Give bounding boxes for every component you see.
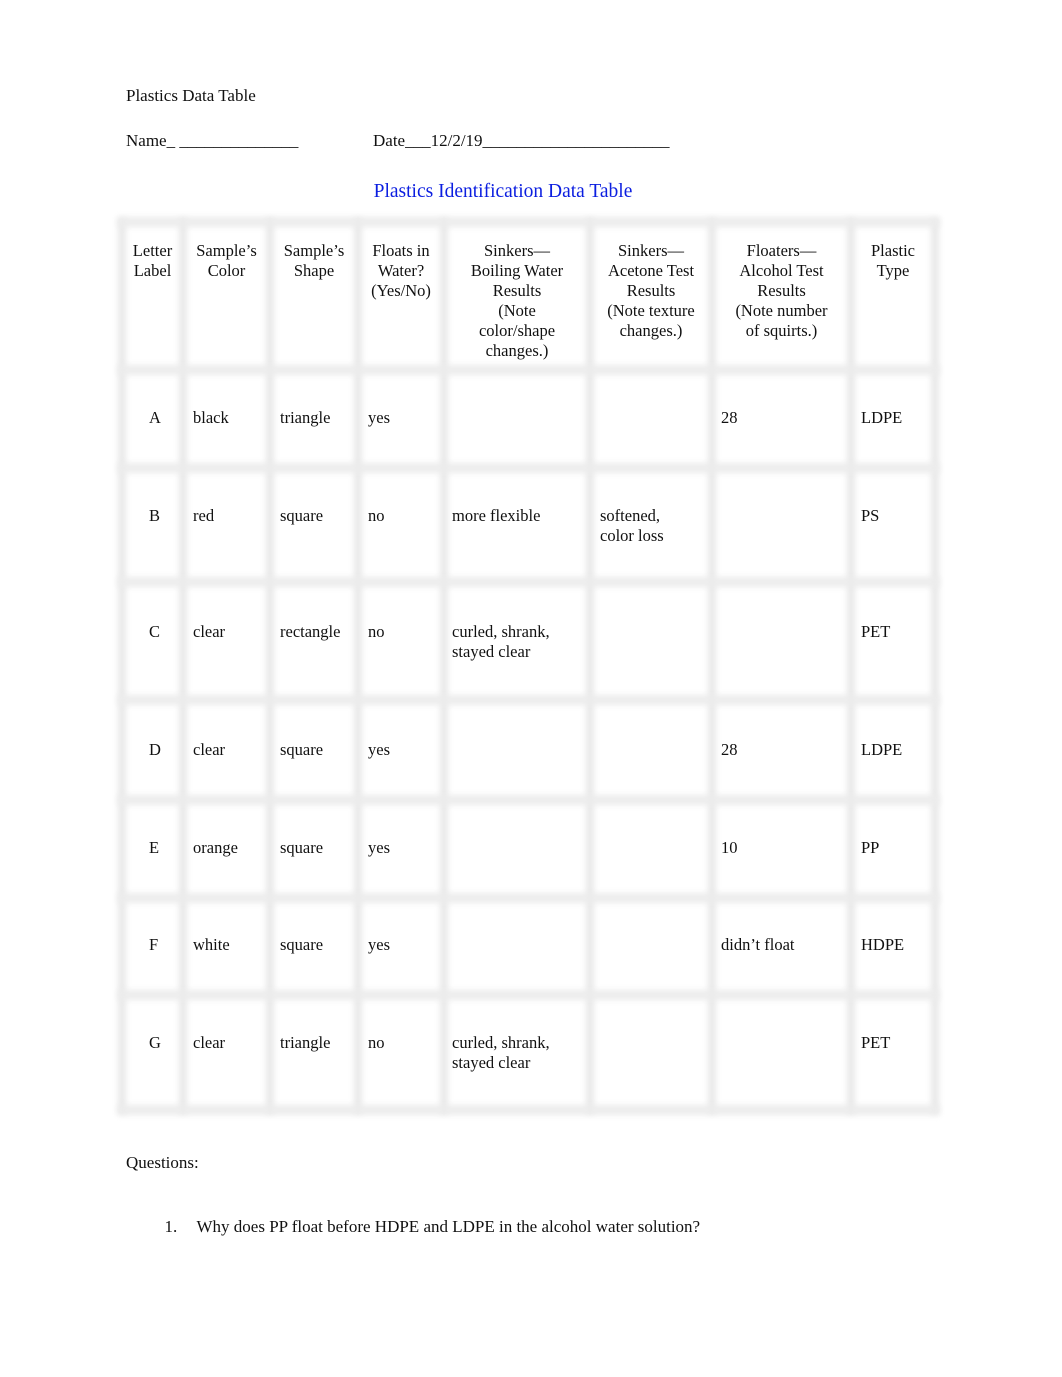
cell-alcohol: 28 bbox=[721, 740, 738, 759]
table-row-border bbox=[118, 795, 939, 805]
cell-shape: triangle bbox=[280, 408, 331, 427]
cell-floats: yes bbox=[368, 935, 390, 954]
header-sample-color: Sample’s Color bbox=[196, 241, 257, 280]
header-floats-in-water: Floats in Water? (Yes/No) bbox=[371, 241, 431, 300]
table-row-border bbox=[118, 695, 939, 705]
cell-color: clear bbox=[193, 740, 226, 759]
question-text: Why does PP float before HDPE and LDPE i… bbox=[196, 1217, 701, 1236]
table-row-border bbox=[118, 217, 939, 227]
table-column-border bbox=[708, 218, 716, 1114]
cell-shape: rectangle bbox=[280, 622, 341, 641]
cell-color: clear bbox=[193, 622, 226, 641]
cell-color: black bbox=[193, 408, 229, 427]
cell-type: PET bbox=[861, 622, 891, 641]
cell-color: white bbox=[193, 935, 230, 954]
cell-color: clear bbox=[193, 1033, 226, 1052]
cell-shape: square bbox=[280, 935, 324, 954]
cell-shape: square bbox=[280, 740, 324, 759]
cell-acetone: softened, color loss bbox=[600, 506, 664, 545]
cell-alcohol: didn’t float bbox=[721, 935, 795, 954]
cell-shape: square bbox=[280, 838, 324, 857]
question-item: 1. Why does PP float before HDPE and LDPE… bbox=[156, 1197, 701, 1237]
header-letter-label: Letter Label bbox=[132, 241, 173, 280]
cell-alcohol: 28 bbox=[721, 408, 738, 427]
cell-color: red bbox=[193, 506, 215, 525]
cell-boiling: curled, shrank, stayed clear bbox=[452, 622, 550, 661]
table-column-border bbox=[118, 218, 126, 1114]
cell-letter: A bbox=[149, 408, 161, 427]
header-plastic-type: Plastic Type bbox=[871, 241, 915, 280]
table-row-border bbox=[118, 577, 939, 587]
cell-boiling: more flexible bbox=[452, 506, 541, 525]
cell-letter: F bbox=[149, 935, 159, 954]
table-column-border bbox=[354, 218, 362, 1114]
name-field: Name_ ______________ bbox=[126, 131, 299, 150]
table-column-border bbox=[179, 218, 187, 1114]
question-number: 1. bbox=[164, 1217, 178, 1236]
table-column-border bbox=[266, 218, 274, 1114]
questions-heading: Questions: bbox=[126, 1153, 199, 1172]
header-acetone-test-results: Sinkers— Acetone Test Results (Note text… bbox=[607, 241, 695, 340]
table-row-border bbox=[118, 990, 939, 1000]
cell-floats: yes bbox=[368, 408, 390, 427]
cell-type: LDPE bbox=[861, 740, 903, 759]
date-field: Date___12/2/19______________________ bbox=[373, 131, 670, 150]
cell-letter: G bbox=[149, 1033, 161, 1052]
cell-type: PP bbox=[861, 838, 880, 857]
cell-shape: square bbox=[280, 506, 324, 525]
cell-type: PET bbox=[861, 1033, 891, 1052]
header-alcohol-test-results: Floaters— Alcohol Test Results (Note num… bbox=[735, 241, 828, 340]
table-row-border bbox=[118, 365, 939, 375]
table-title: Plastics Identification Data Table bbox=[373, 181, 633, 202]
cell-type: LDPE bbox=[861, 408, 903, 427]
table-column-border bbox=[847, 218, 855, 1114]
cell-floats: yes bbox=[368, 740, 390, 759]
document-title: Plastics Data Table bbox=[126, 86, 256, 105]
table-row-border bbox=[118, 463, 939, 473]
cell-floats: yes bbox=[368, 838, 390, 857]
cell-floats: no bbox=[368, 1033, 385, 1052]
cell-boiling: curled, shrank, stayed clear bbox=[452, 1033, 550, 1072]
cell-type: PS bbox=[861, 506, 880, 525]
cell-floats: no bbox=[368, 506, 385, 525]
header-boiling-water-results: Sinkers— Boiling Water Results (Note col… bbox=[470, 241, 564, 360]
cell-type: HDPE bbox=[861, 935, 905, 954]
table-column-border bbox=[931, 218, 939, 1114]
cell-letter: D bbox=[149, 740, 161, 759]
cell-color: orange bbox=[193, 838, 238, 857]
table-row-border bbox=[118, 1105, 939, 1115]
table-row-border bbox=[118, 893, 939, 903]
header-sample-shape: Sample’s Shape bbox=[283, 241, 345, 280]
cell-letter: C bbox=[149, 622, 161, 641]
cell-shape: triangle bbox=[280, 1033, 331, 1052]
cell-letter: E bbox=[149, 838, 160, 857]
cell-floats: no bbox=[368, 622, 385, 641]
cell-alcohol: 10 bbox=[721, 838, 738, 857]
cell-letter: B bbox=[149, 506, 161, 525]
